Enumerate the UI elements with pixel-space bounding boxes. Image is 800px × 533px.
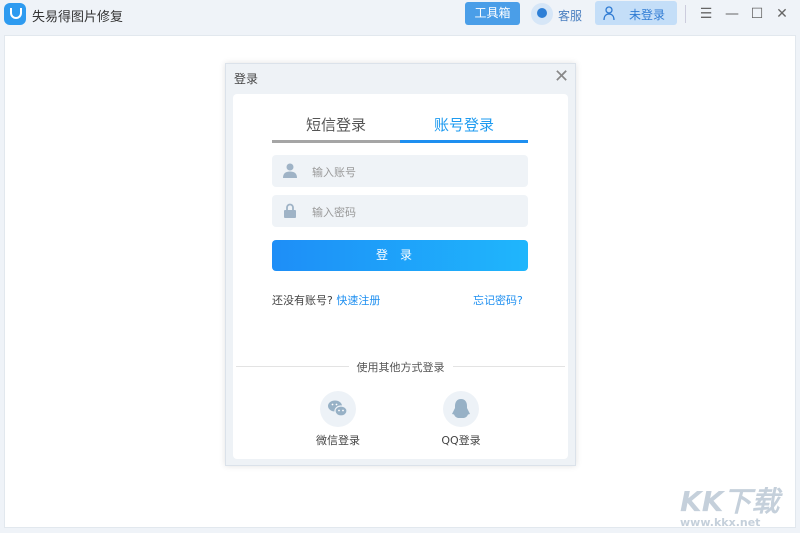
login-button[interactable]: 登录 <box>272 240 528 271</box>
login-card: 短信登录 账号登录 输入账号 输入密码 登录 还没有账号? 快速注册 忘记密码?… <box>233 94 568 459</box>
title-bar: 失易得图片修复 工具箱 客服 未登录 ☰ — ☐ ✕ <box>0 0 800 30</box>
menu-icon[interactable]: ☰ <box>697 5 715 23</box>
forgot-password-link[interactable]: 忘记密码? <box>473 292 523 308</box>
toolbox-button[interactable]: 工具箱 <box>465 2 520 25</box>
no-account-text: 还没有账号? <box>272 294 333 307</box>
account-placeholder: 输入账号 <box>312 166 356 179</box>
maximize-icon[interactable]: ☐ <box>748 5 766 23</box>
register-link[interactable]: 快速注册 <box>336 294 380 307</box>
close-icon[interactable]: ✕ <box>773 5 791 23</box>
other-login-label: 使用其他方式登录 <box>348 361 453 374</box>
minimize-icon[interactable]: — <box>723 5 741 23</box>
tab-underline-active <box>400 140 528 143</box>
user-icon <box>603 6 615 20</box>
login-status-label: 未登录 <box>629 8 666 22</box>
wechat-login-button[interactable] <box>320 391 356 427</box>
user-icon <box>283 163 297 178</box>
watermark-brand: KK下载 <box>680 485 780 518</box>
app-logo-icon <box>4 3 26 25</box>
password-input[interactable]: 输入密码 <box>272 195 528 227</box>
tab-underline <box>272 140 400 143</box>
account-input[interactable]: 输入账号 <box>272 155 528 187</box>
dialog-close-icon[interactable]: ✕ <box>554 66 569 87</box>
watermark: KK下载 www.kkx.net <box>680 480 779 529</box>
customer-service-button[interactable]: 客服 <box>558 7 582 24</box>
qq-icon <box>452 399 470 418</box>
dialog-title: 登录 <box>234 72 259 86</box>
wechat-icon <box>328 400 348 417</box>
password-placeholder: 输入密码 <box>312 206 356 219</box>
tab-account-login[interactable]: 账号登录 <box>400 114 528 135</box>
divider <box>685 5 686 23</box>
tab-sms-login[interactable]: 短信登录 <box>272 114 400 135</box>
login-dialog: 登录 ✕ 短信登录 账号登录 输入账号 输入密码 登录 还没有账号? 快速注册 … <box>225 63 576 466</box>
qq-login-button[interactable] <box>443 391 479 427</box>
customer-service-icon[interactable] <box>531 3 553 25</box>
login-status-button[interactable]: 未登录 <box>595 1 677 25</box>
lock-icon <box>284 203 296 218</box>
app-title: 失易得图片修复 <box>32 10 124 25</box>
other-login-divider: 使用其他方式登录 <box>233 359 568 375</box>
wechat-login-label[interactable]: 微信登录 <box>298 432 378 448</box>
register-row: 还没有账号? 快速注册 <box>272 292 380 308</box>
qq-login-label[interactable]: QQ登录 <box>421 432 501 448</box>
